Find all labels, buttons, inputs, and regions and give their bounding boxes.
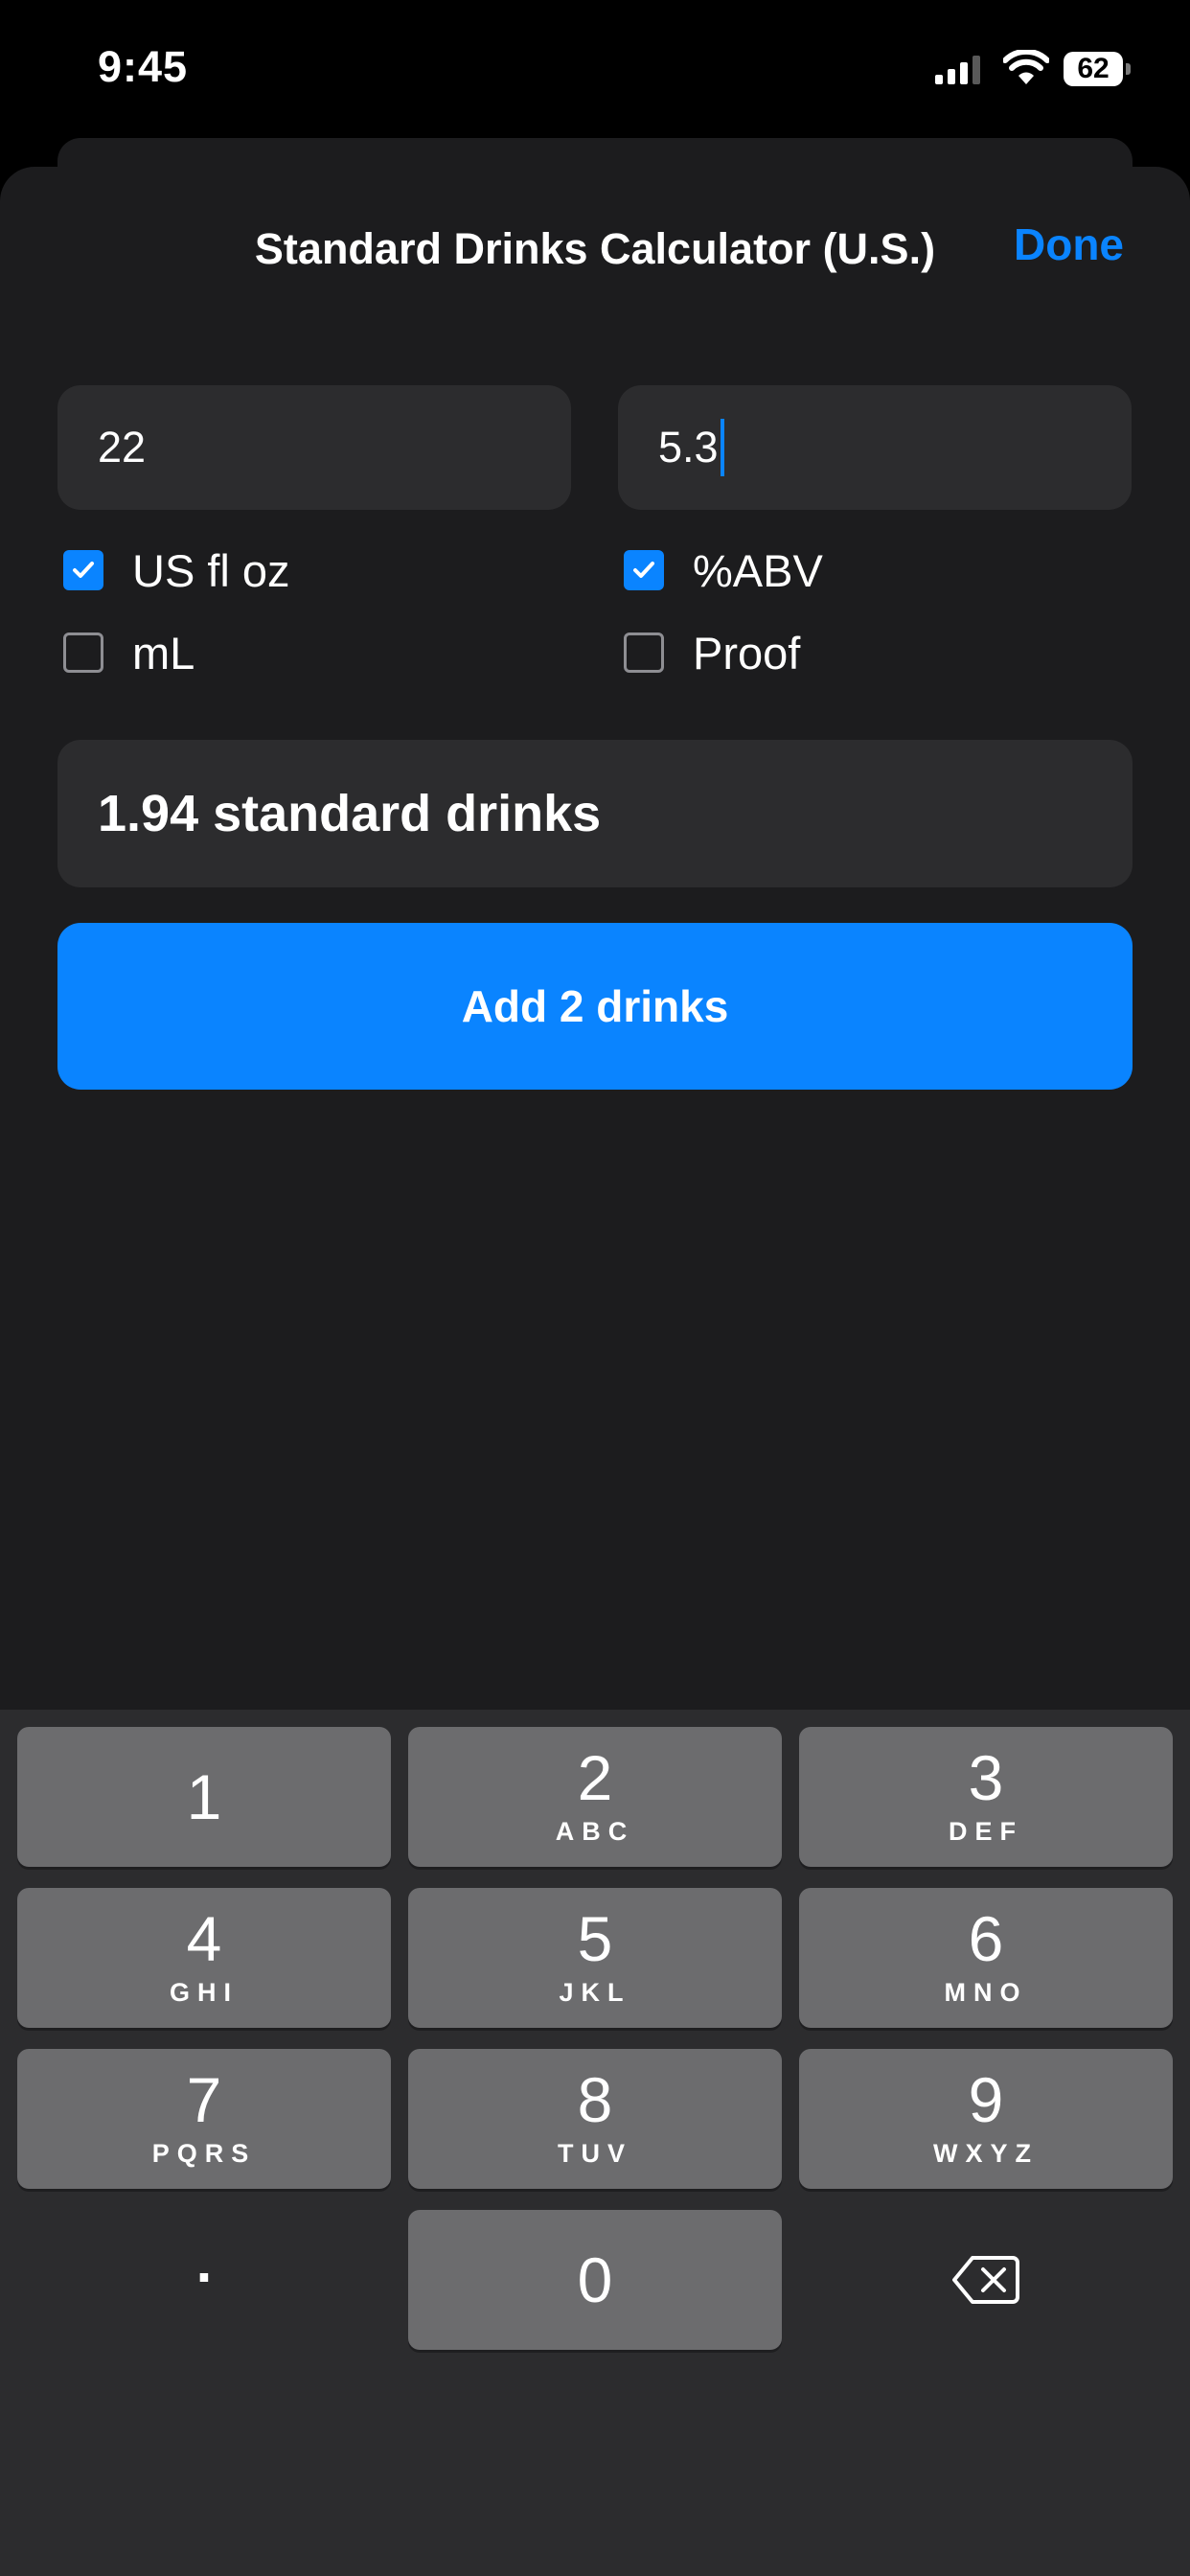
key-digit: 7 (186, 2064, 222, 2135)
result-display: 1.94 standard drinks (57, 740, 1133, 887)
key-digit: 8 (577, 2064, 613, 2135)
checkbox-unchecked-icon (63, 632, 103, 673)
abv-value: 5.3 (658, 423, 719, 472)
add-drinks-button[interactable]: Add 2 drinks (57, 923, 1133, 1090)
key-digit: 5 (577, 1903, 613, 1974)
numeric-keypad: 1 2 ABC 3 DEF 4 GHI 5 JKL 6 MNO 7 PQRS 8… (0, 1710, 1190, 2576)
checkbox-us-fl-oz[interactable]: US fl oz (63, 541, 290, 599)
sheet-title: Standard Drinks Calculator (U.S.) (254, 224, 936, 273)
key-delete[interactable] (799, 2210, 1173, 2350)
key-digit: 1 (186, 1761, 222, 1832)
key-letters: ABC (555, 1817, 635, 1846)
checkbox-label: Proof (693, 627, 801, 678)
key-letters: GHI (169, 1978, 239, 2007)
battery-level: 62 (1077, 53, 1110, 84)
key-letters: DEF (949, 1817, 1023, 1846)
status-bar: 9:45 62 (0, 0, 1190, 144)
text-cursor (720, 419, 724, 477)
key-7[interactable]: 7 PQRS (17, 2049, 391, 2189)
backspace-icon (799, 2210, 1173, 2350)
status-time: 9:45 (98, 42, 189, 91)
checkbox-checked-icon (63, 550, 103, 590)
volume-input[interactable]: 22 (57, 385, 571, 510)
done-button[interactable]: Done (1014, 218, 1124, 270)
key-2[interactable]: 2 ABC (408, 1727, 782, 1867)
key-1[interactable]: 1 (17, 1727, 391, 1867)
checkbox-label: %ABV (693, 544, 823, 596)
checkbox-unchecked-icon (624, 632, 664, 673)
checkbox-label: US fl oz (132, 544, 290, 596)
signal-icon (935, 56, 980, 84)
decimal-point: . (195, 2230, 213, 2294)
wifi-icon (1003, 50, 1049, 84)
key-digit: 3 (968, 1742, 1004, 1813)
key-0[interactable]: 0 (408, 2210, 782, 2350)
checkbox-ml[interactable]: mL (63, 624, 195, 681)
key-digit: 0 (577, 2244, 613, 2315)
key-letters: TUV (558, 2139, 632, 2168)
volume-value: 22 (98, 423, 147, 472)
abv-input[interactable]: 5.3 (618, 385, 1132, 510)
key-5[interactable]: 5 JKL (408, 1888, 782, 2028)
battery-indicator: 62 (1064, 52, 1131, 86)
key-8[interactable]: 8 TUV (408, 2049, 782, 2189)
key-letters: PQRS (151, 2139, 257, 2168)
key-letters: MNO (944, 1978, 1028, 2007)
key-digit: 6 (968, 1903, 1004, 1974)
key-letters: WXYZ (933, 2139, 1039, 2168)
key-digit: 4 (186, 1903, 222, 1974)
key-4[interactable]: 4 GHI (17, 1888, 391, 2028)
key-digit: 2 (577, 1742, 613, 1813)
key-decimal[interactable]: . (17, 2210, 391, 2350)
checkbox-checked-icon (624, 550, 664, 590)
key-digit: 9 (968, 2064, 1004, 2135)
checkbox-abv[interactable]: %ABV (624, 541, 823, 599)
battery-tip (1126, 63, 1131, 75)
key-letters: JKL (559, 1978, 631, 2007)
key-3[interactable]: 3 DEF (799, 1727, 1173, 1867)
checkbox-proof[interactable]: Proof (624, 624, 800, 681)
key-9[interactable]: 9 WXYZ (799, 2049, 1173, 2189)
checkbox-label: mL (132, 627, 195, 678)
key-6[interactable]: 6 MNO (799, 1888, 1173, 2028)
